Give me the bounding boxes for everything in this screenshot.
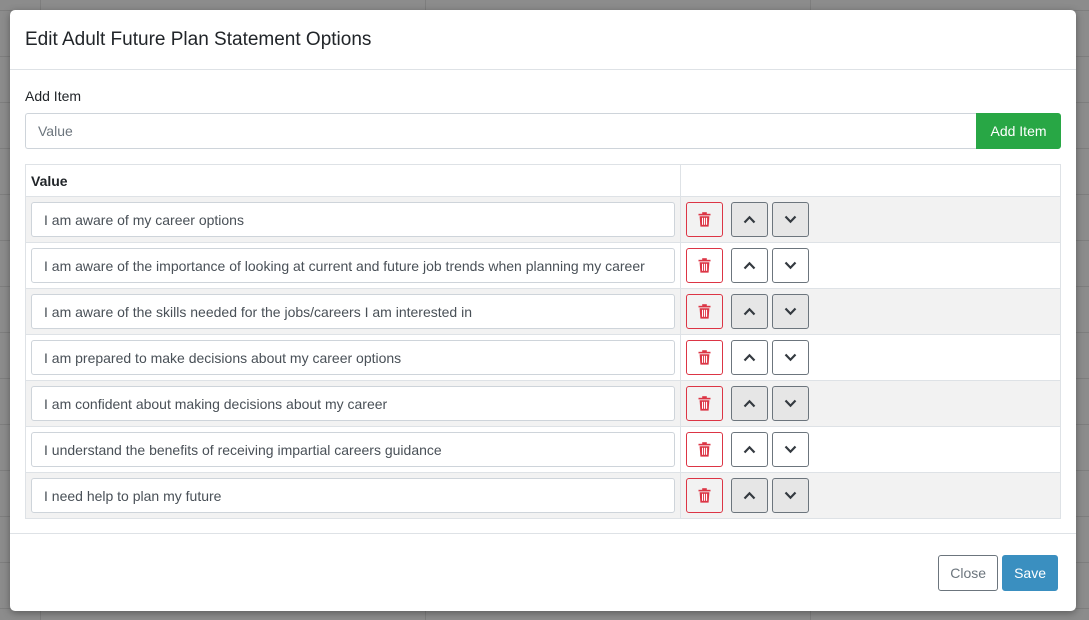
trash-icon [698, 442, 711, 457]
chevron-up-icon [743, 215, 756, 224]
add-item-button[interactable]: Add Item [976, 113, 1061, 149]
actions-cell [680, 288, 1061, 335]
modal-header: Edit Adult Future Plan Statement Options [10, 10, 1076, 70]
trash-icon [698, 212, 711, 227]
move-up-button[interactable] [731, 202, 768, 237]
trash-icon [698, 488, 711, 503]
chevron-up-icon [743, 399, 756, 408]
chevron-down-icon [784, 353, 797, 362]
actions-cell [680, 242, 1061, 289]
actions-cell [680, 472, 1061, 519]
trash-icon [698, 396, 711, 411]
chevron-down-icon [784, 399, 797, 408]
value-cell [25, 426, 681, 473]
chevron-down-icon [784, 215, 797, 224]
table-row [25, 426, 1061, 473]
table-body [25, 196, 1061, 519]
save-button[interactable]: Save [1002, 554, 1058, 591]
delete-row-button[interactable] [686, 386, 723, 421]
row-actions [686, 248, 1055, 283]
add-item-input[interactable] [25, 113, 976, 149]
row-actions [686, 294, 1055, 329]
trash-icon [698, 350, 711, 365]
options-table: Value [25, 164, 1061, 519]
move-up-button[interactable] [731, 478, 768, 513]
move-up-button[interactable] [731, 248, 768, 283]
table-row [25, 380, 1061, 427]
chevron-up-icon [743, 261, 756, 270]
row-value-input[interactable] [31, 478, 675, 513]
actions-cell [680, 334, 1061, 381]
move-up-button[interactable] [731, 386, 768, 421]
modal-body: Add Item Add Item Value [10, 70, 1076, 519]
actions-cell [680, 380, 1061, 427]
modal-title: Edit Adult Future Plan Statement Options [25, 28, 372, 50]
row-value-input[interactable] [31, 248, 675, 283]
table-header-row: Value [25, 164, 1061, 197]
add-item-label: Add Item [25, 88, 82, 104]
value-cell [25, 380, 681, 427]
row-value-input[interactable] [31, 386, 675, 421]
move-down-button[interactable] [772, 386, 809, 421]
value-cell [25, 288, 681, 335]
row-actions [686, 432, 1055, 467]
value-cell [25, 242, 681, 289]
column-header-actions [680, 164, 1061, 197]
row-actions [686, 340, 1055, 375]
delete-row-button[interactable] [686, 432, 723, 467]
value-cell [25, 334, 681, 381]
chevron-up-icon [743, 307, 756, 316]
chevron-down-icon [784, 491, 797, 500]
delete-row-button[interactable] [686, 202, 723, 237]
modal-footer: Close Save [10, 533, 1076, 611]
chevron-down-icon [784, 261, 797, 270]
move-up-button[interactable] [731, 294, 768, 329]
table-row [25, 472, 1061, 519]
edit-options-modal: Edit Adult Future Plan Statement Options… [10, 10, 1076, 611]
actions-cell [680, 426, 1061, 473]
table-row [25, 334, 1061, 381]
value-cell [25, 196, 681, 243]
delete-row-button[interactable] [686, 478, 723, 513]
chevron-up-icon [743, 353, 756, 362]
trash-icon [698, 258, 711, 273]
column-header-value: Value [25, 164, 681, 197]
value-cell [25, 472, 681, 519]
chevron-up-icon [743, 445, 756, 454]
table-row [25, 242, 1061, 289]
chevron-up-icon [743, 491, 756, 500]
move-down-button[interactable] [772, 478, 809, 513]
delete-row-button[interactable] [686, 340, 723, 375]
row-value-input[interactable] [31, 432, 675, 467]
table-row [25, 196, 1061, 243]
row-actions [686, 386, 1055, 421]
add-item-group: Add Item [25, 113, 1061, 149]
row-value-input[interactable] [31, 340, 675, 375]
row-value-input[interactable] [31, 294, 675, 329]
move-down-button[interactable] [772, 294, 809, 329]
trash-icon [698, 304, 711, 319]
delete-row-button[interactable] [686, 248, 723, 283]
actions-cell [680, 196, 1061, 243]
move-down-button[interactable] [772, 202, 809, 237]
move-down-button[interactable] [772, 248, 809, 283]
chevron-down-icon [784, 445, 797, 454]
chevron-down-icon [784, 307, 797, 316]
move-down-button[interactable] [772, 340, 809, 375]
delete-row-button[interactable] [686, 294, 723, 329]
move-up-button[interactable] [731, 340, 768, 375]
row-value-input[interactable] [31, 202, 675, 237]
row-actions [686, 478, 1055, 513]
close-button[interactable]: Close [938, 554, 999, 591]
move-down-button[interactable] [772, 432, 809, 467]
table-row [25, 288, 1061, 335]
row-actions [686, 202, 1055, 237]
move-up-button[interactable] [731, 432, 768, 467]
